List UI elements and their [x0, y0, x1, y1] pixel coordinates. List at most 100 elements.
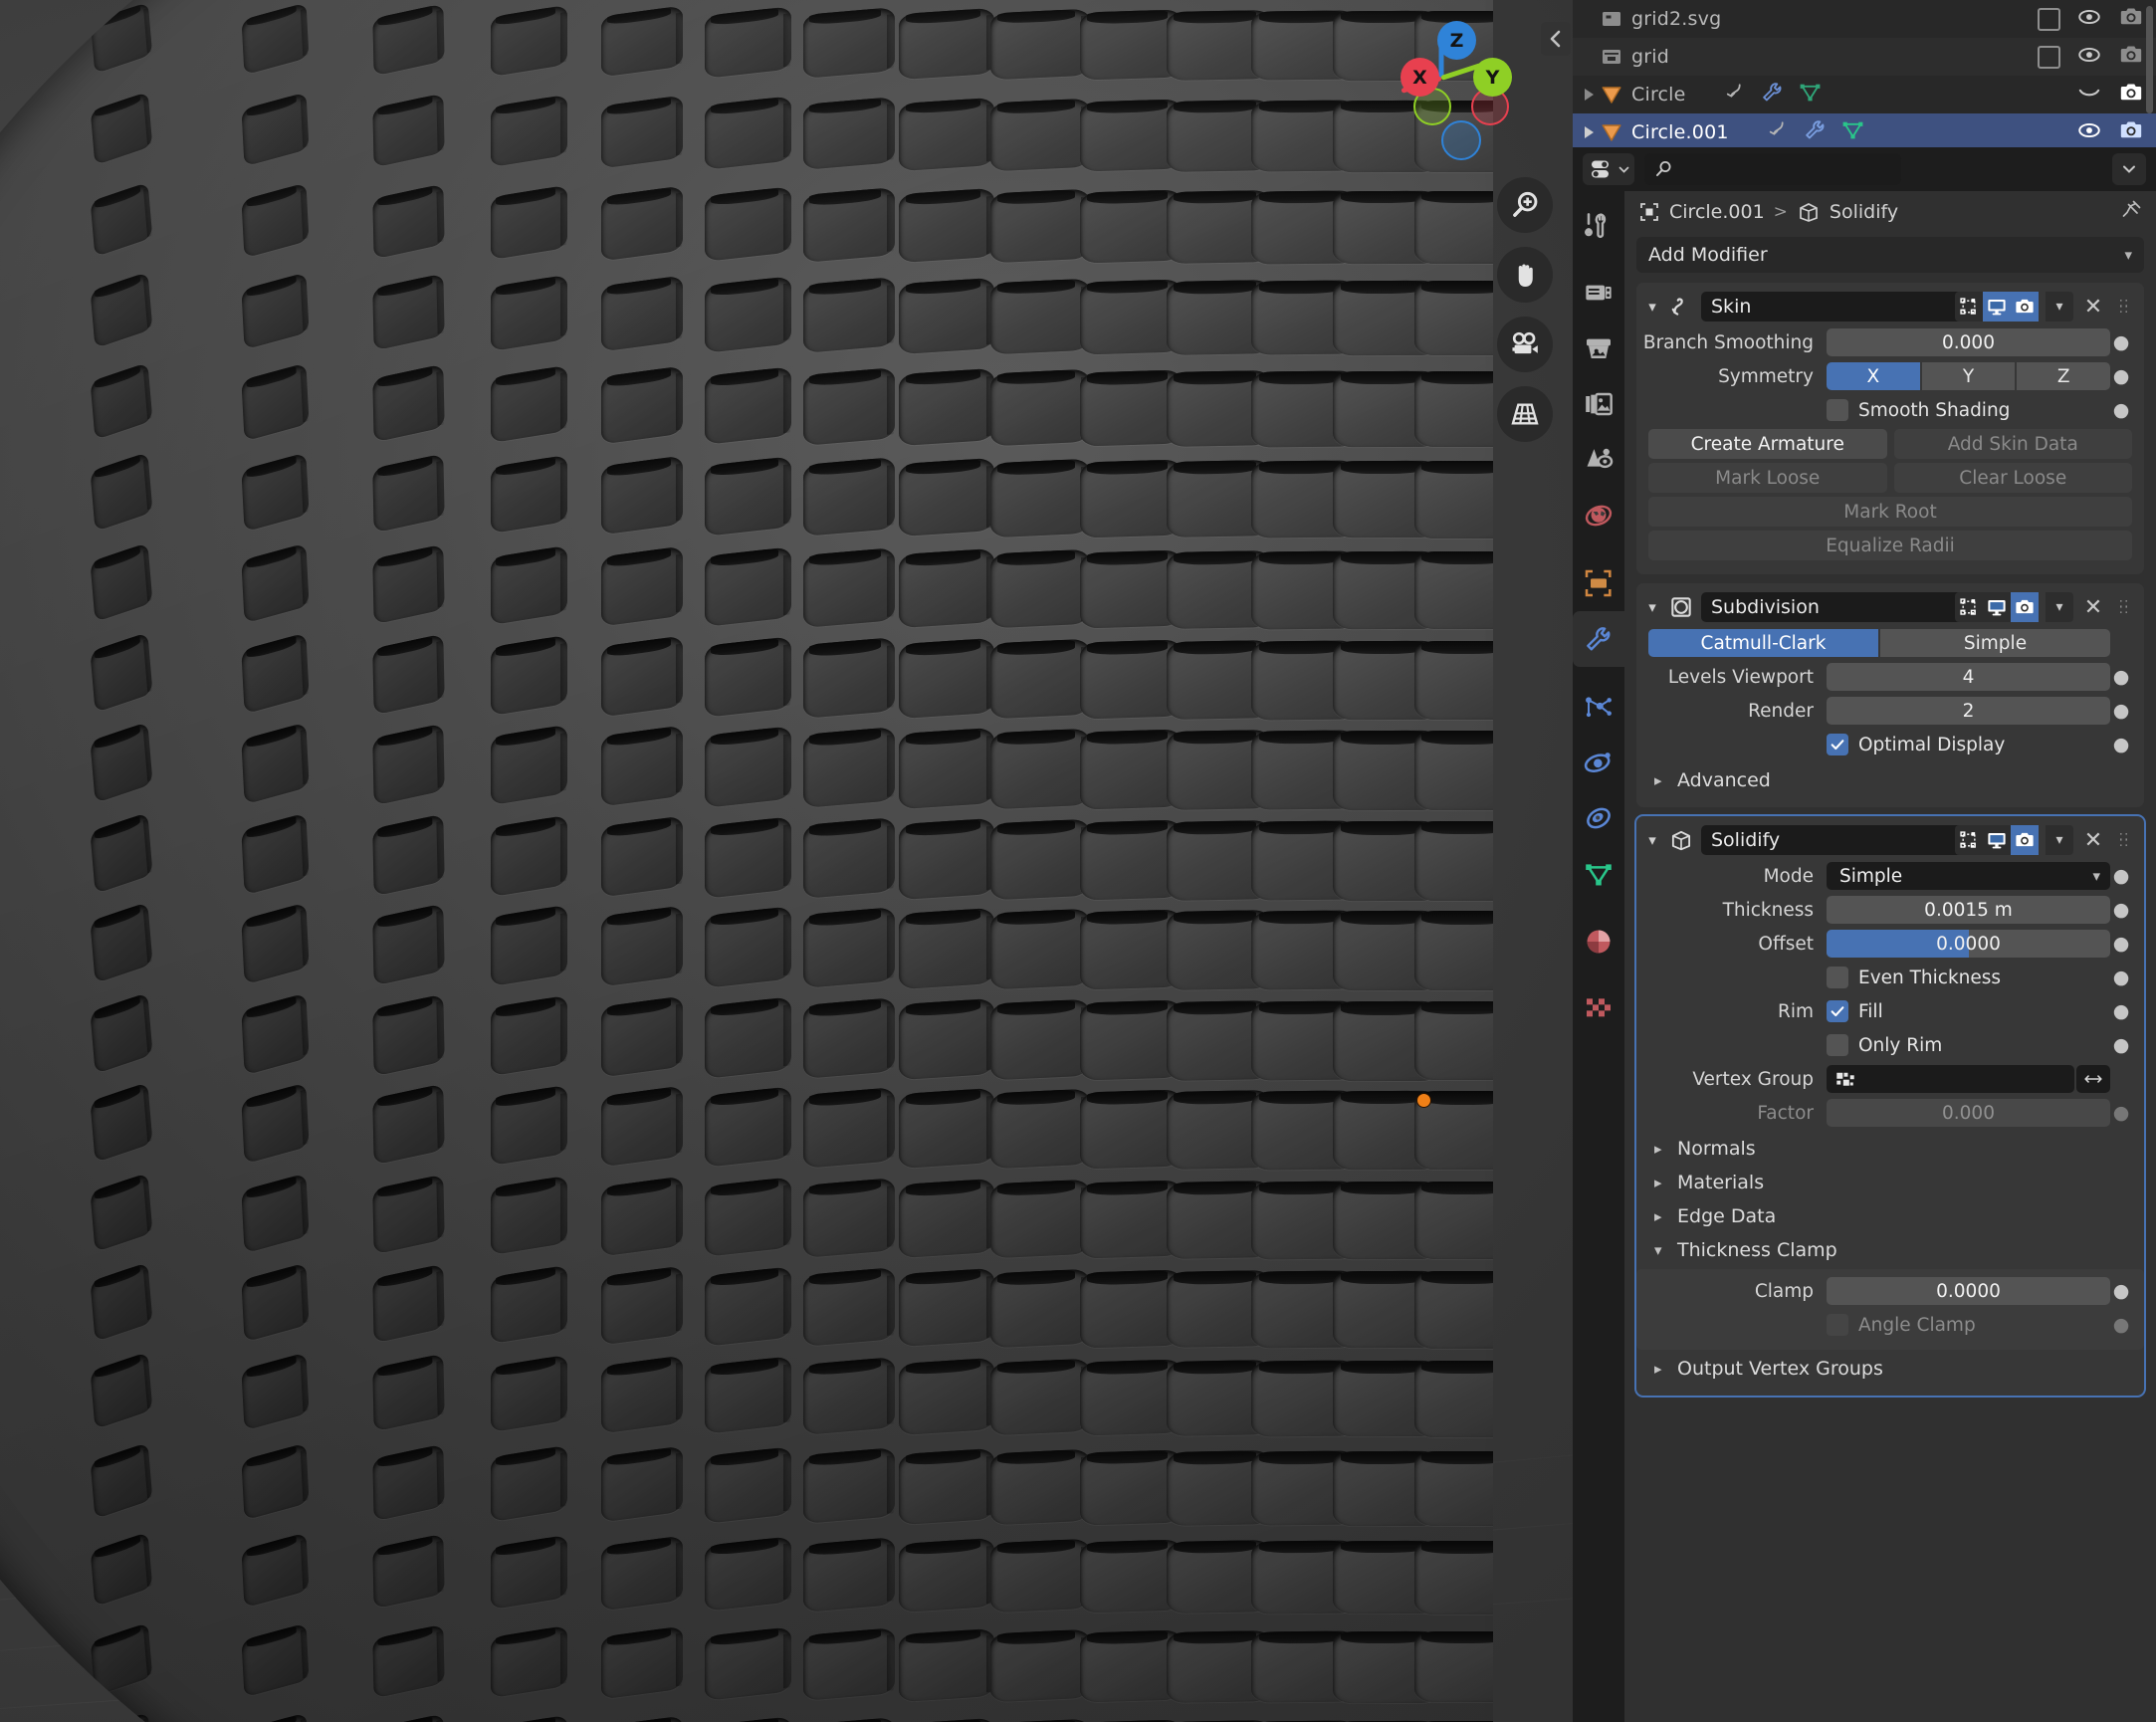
- collapse-chevron-icon[interactable]: ▾: [1643, 298, 1661, 316]
- modifier-curve-icon[interactable]: [1722, 80, 1747, 109]
- expand-triangle-icon[interactable]: [1585, 89, 1594, 101]
- field-levels-viewport[interactable]: 4: [1827, 663, 2110, 691]
- modifier-extras-menu[interactable]: ▾: [2046, 592, 2073, 622]
- modifier-drag-handle[interactable]: ::::: [2113, 297, 2135, 316]
- property-tab-output[interactable]: [1573, 321, 1624, 376]
- pin-button[interactable]: [2120, 199, 2142, 226]
- zoom-button[interactable]: [1497, 177, 1553, 233]
- property-tab-scene[interactable]: [1573, 432, 1624, 488]
- field-factor[interactable]: 0.000: [1827, 1099, 2110, 1127]
- camera-icon[interactable]: [2118, 42, 2144, 73]
- animate-decorator[interactable]: ●: [2110, 735, 2132, 754]
- properties-tab-strip[interactable]: [1573, 191, 1624, 1722]
- eye-icon[interactable]: [2076, 4, 2102, 35]
- toggle-realtime-display[interactable]: [1983, 825, 2011, 855]
- checkbox-smooth-shading[interactable]: [1827, 399, 1848, 421]
- toggle-edit-mode-display[interactable]: [1955, 592, 1983, 622]
- outliner-editor[interactable]: grid2.svg grid Circle Circle.001: [1573, 0, 2156, 147]
- modifier-panel-skin[interactable]: ▾ Skin ▾ ✕ :::: Branch Smoothing 0.000 ●…: [1636, 283, 2144, 574]
- segment-catmull-clark[interactable]: Catmull-Clark: [1648, 629, 1878, 657]
- section-edge-data[interactable]: ▸ Edge Data: [1636, 1199, 2144, 1233]
- wrench-icon[interactable]: [1760, 80, 1785, 109]
- add-modifier-button[interactable]: Add Modifier ▾: [1636, 237, 2144, 273]
- modifier-name-input[interactable]: Skin: [1701, 292, 1998, 322]
- camera-icon[interactable]: [2118, 4, 2144, 35]
- outliner-scrollbar[interactable]: [2146, 6, 2153, 113]
- property-tab-material[interactable]: [1573, 914, 1624, 969]
- camera-icon[interactable]: [2118, 117, 2144, 148]
- exclude-checkbox[interactable]: [2038, 45, 2060, 69]
- section-materials[interactable]: ▸ Materials: [1636, 1166, 2144, 1199]
- modifier-name-input[interactable]: Subdivision: [1701, 592, 1998, 622]
- property-tab-physics[interactable]: [1573, 735, 1624, 790]
- segment-simple[interactable]: Simple: [1880, 629, 2110, 657]
- modifier-delete-button[interactable]: ✕: [2080, 828, 2106, 853]
- segment-z[interactable]: Z: [2017, 362, 2111, 390]
- gizmo-ball-y[interactable]: Y: [1473, 58, 1512, 97]
- button-mark-root[interactable]: Mark Root: [1648, 497, 2132, 527]
- button-clear-loose[interactable]: Clear Loose: [1893, 463, 2132, 493]
- property-tab-tool[interactable]: [1573, 197, 1624, 253]
- toggle-perspective-button[interactable]: [1497, 386, 1553, 442]
- button-equalize-radii[interactable]: Equalize Radii: [1648, 531, 2132, 560]
- outliner-row-circle-001[interactable]: Circle.001: [1573, 113, 2156, 147]
- button-mark-loose[interactable]: Mark Loose: [1648, 463, 1887, 493]
- modifier-delete-button[interactable]: ✕: [2080, 595, 2106, 620]
- outliner-row-circle[interactable]: Circle: [1573, 76, 2156, 113]
- toggle-realtime-display[interactable]: [1983, 292, 2011, 322]
- checkbox-even-thickness[interactable]: [1827, 967, 1848, 988]
- collapse-chevron-icon[interactable]: ▾: [1643, 831, 1661, 849]
- gizmo-ball-x[interactable]: X: [1401, 58, 1439, 97]
- navigation-gizmo[interactable]: X Y Z: [1372, 8, 1512, 160]
- checkbox-optimal-display[interactable]: [1827, 734, 1848, 755]
- eye-icon[interactable]: [2076, 117, 2102, 148]
- button-create-armature[interactable]: Create Armature: [1648, 429, 1887, 459]
- pan-button[interactable]: [1497, 247, 1553, 303]
- eye-icon[interactable]: [2076, 42, 2102, 73]
- checkbox-only-rim[interactable]: [1827, 1034, 1848, 1056]
- field-render[interactable]: 2: [1827, 697, 2110, 725]
- slider-offset[interactable]: 0.0000: [1827, 930, 2110, 958]
- animate-decorator[interactable]: ●: [2110, 366, 2132, 386]
- property-tab-particles[interactable]: [1573, 679, 1624, 735]
- 3d-viewport[interactable]: X Y Z: [0, 0, 1573, 1722]
- property-tab-render[interactable]: [1573, 265, 1624, 321]
- modifier-panel-subdivision[interactable]: ▾ Subdivision ▾ ✕ :::: Catmull-Clark Simp…: [1636, 583, 2144, 807]
- modifier-delete-button[interactable]: ✕: [2080, 295, 2106, 320]
- breadcrumb-modifier[interactable]: Solidify: [1830, 201, 1898, 223]
- property-tab-texture[interactable]: [1573, 981, 1624, 1037]
- property-tab-world[interactable]: [1573, 488, 1624, 543]
- mesh-data-icon[interactable]: [1798, 80, 1823, 109]
- breadcrumb-object[interactable]: Circle.001: [1669, 201, 1765, 223]
- section-thickness-clamp[interactable]: ▾ Thickness Clamp: [1636, 1233, 2144, 1267]
- animate-decorator[interactable]: ●: [2110, 400, 2132, 420]
- swap-arrows-button[interactable]: [2076, 1065, 2110, 1093]
- animate-decorator[interactable]: ●: [2110, 900, 2132, 920]
- modifier-drag-handle[interactable]: ::::: [2113, 830, 2135, 849]
- sidebar-collapse-button[interactable]: [1541, 22, 1571, 56]
- modifier-drag-handle[interactable]: ::::: [2113, 597, 2135, 616]
- animate-decorator[interactable]: ●: [2110, 1281, 2132, 1301]
- camera-icon[interactable]: [2118, 80, 2144, 110]
- toggle-realtime-display[interactable]: [1983, 592, 2011, 622]
- section-output-vertex-groups[interactable]: ▸ Output Vertex Groups: [1636, 1352, 2144, 1386]
- wrench-icon[interactable]: [1803, 117, 1828, 147]
- checkbox-angle-clamp[interactable]: [1827, 1314, 1848, 1336]
- property-tab-modifiers[interactable]: [1573, 611, 1624, 667]
- modifier-extras-menu[interactable]: ▾: [2046, 825, 2073, 855]
- expand-triangle-icon[interactable]: [1585, 126, 1594, 138]
- animate-decorator[interactable]: ●: [2110, 866, 2132, 886]
- animate-decorator[interactable]: ●: [2110, 1001, 2132, 1021]
- dome-mesh-object[interactable]: [0, 0, 1493, 1722]
- checkbox-fill[interactable]: [1827, 1000, 1848, 1022]
- editor-type-selector[interactable]: [1583, 153, 1634, 185]
- property-tab-view-layer[interactable]: [1573, 376, 1624, 432]
- object-origin-dot[interactable]: [1416, 1093, 1431, 1108]
- toggle-edit-mode-display[interactable]: [1955, 825, 1983, 855]
- eye-closed-icon[interactable]: [2076, 80, 2102, 110]
- section-normals[interactable]: ▸ Normals: [1636, 1132, 2144, 1166]
- outliner-row-grid2-svg[interactable]: grid2.svg: [1573, 0, 2156, 38]
- segment-y[interactable]: Y: [1921, 362, 2016, 390]
- animate-decorator[interactable]: ●: [2110, 667, 2132, 687]
- dropdown-mode[interactable]: Simple ▾: [1827, 862, 2110, 890]
